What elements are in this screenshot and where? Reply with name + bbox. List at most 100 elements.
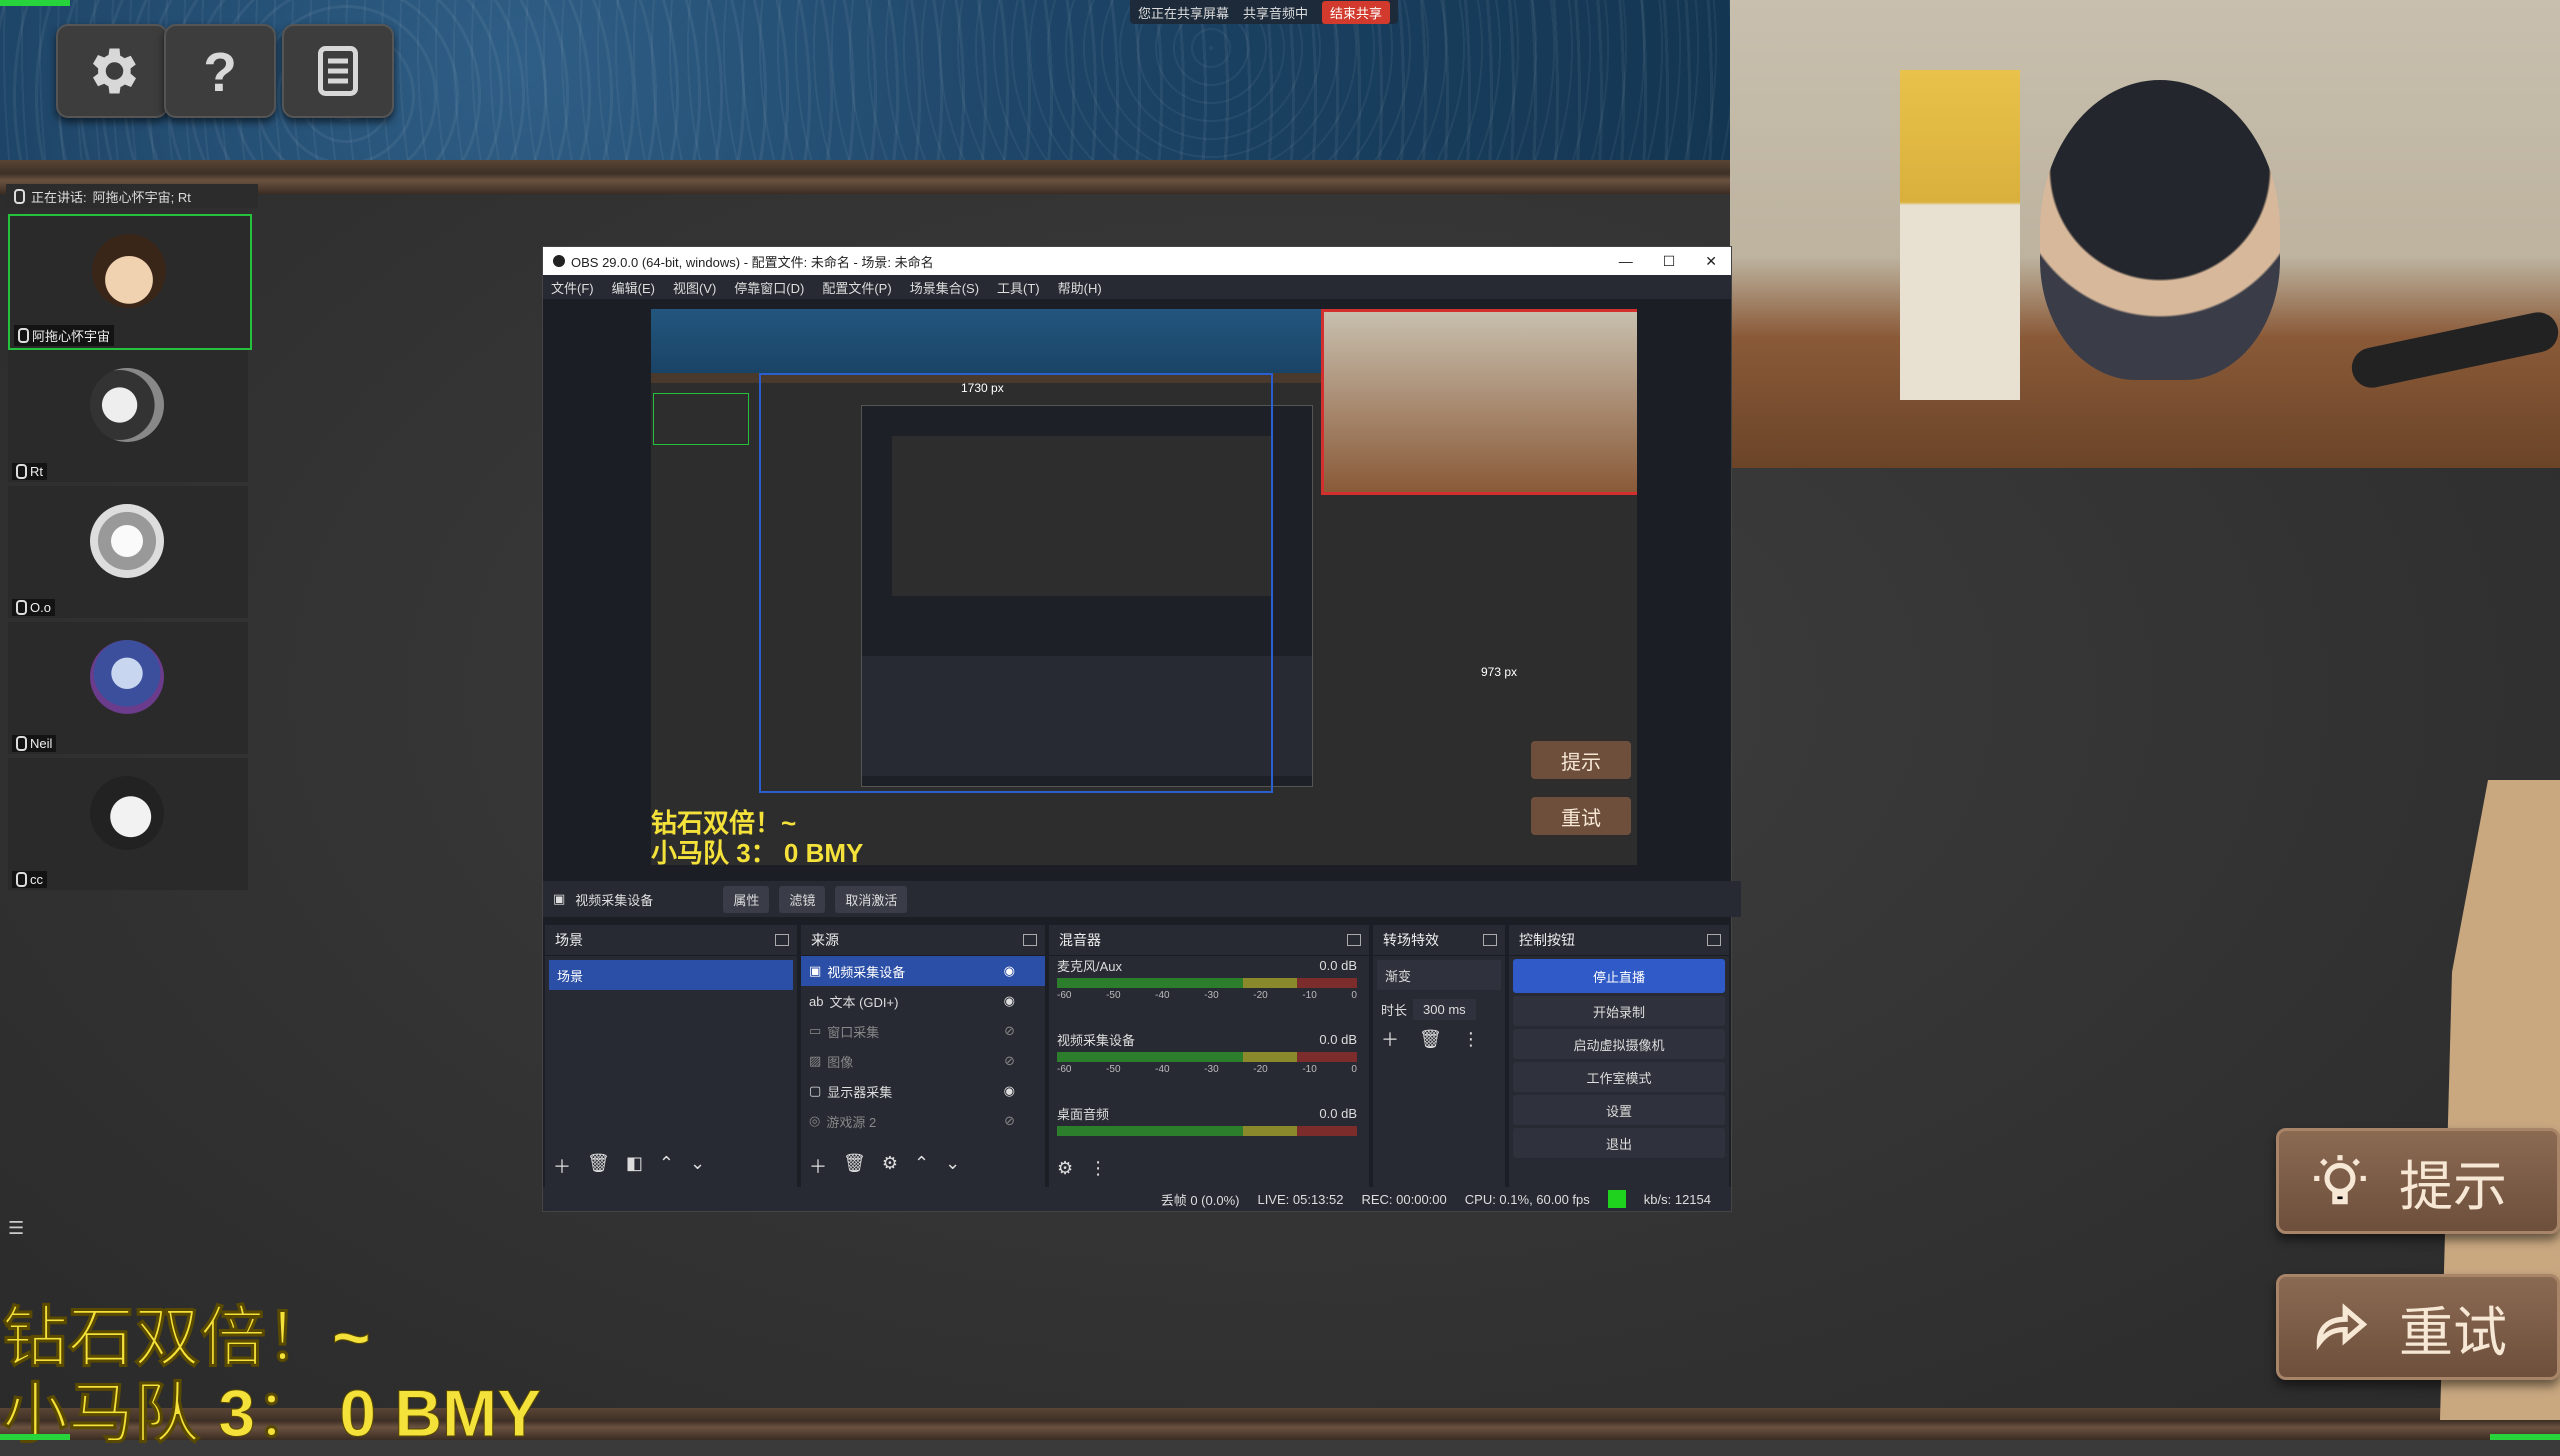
help-button[interactable]: ? bbox=[164, 24, 276, 118]
overlay-line2: 小马队 3： 0 BMY bbox=[1, 1376, 542, 1451]
undock-icon[interactable] bbox=[775, 934, 789, 946]
hint-button[interactable]: 提示 bbox=[2276, 1128, 2560, 1234]
end-share-button[interactable]: 结束共享 bbox=[1322, 0, 1391, 24]
undock-icon[interactable] bbox=[1023, 934, 1037, 946]
scenes-toolbar: ＋ 🗑 ◧ ⌃ ⌄ bbox=[553, 1153, 705, 1179]
participant-tile[interactable]: Neil bbox=[8, 622, 248, 754]
camera-icon: ▣ bbox=[553, 891, 566, 906]
gear-icon[interactable]: ⚙ bbox=[1057, 1158, 1073, 1179]
properties-button[interactable]: 属性 bbox=[723, 885, 770, 913]
mixer-toolbar: ⚙ ⋮ bbox=[1057, 1158, 1107, 1179]
trash-icon[interactable]: 🗑 bbox=[587, 1153, 610, 1179]
mic-icon bbox=[16, 736, 27, 751]
add-icon[interactable]: ＋ bbox=[809, 1153, 827, 1179]
up-icon[interactable]: ⌃ bbox=[914, 1153, 929, 1179]
menu-help[interactable]: 帮助(H) bbox=[1058, 278, 1102, 297]
preview-height-label: 973 px bbox=[1481, 665, 1518, 679]
down-icon[interactable]: ⌄ bbox=[945, 1153, 960, 1179]
gear-icon[interactable]: ⚙ bbox=[882, 1153, 898, 1179]
participant-tile[interactable]: cc bbox=[8, 758, 248, 890]
bitrate: kb/s: 12154 bbox=[1643, 1191, 1711, 1207]
transitions-header: 转场特效 bbox=[1373, 925, 1505, 956]
audio-status[interactable]: 共享音频中 bbox=[1243, 3, 1308, 22]
source-item[interactable]: ▭ 窗口采集 ⊘ bbox=[801, 1016, 1045, 1046]
eye-icon[interactable]: ◉ bbox=[1004, 993, 1015, 1009]
trash-icon[interactable]: 🗑 bbox=[1419, 1029, 1442, 1050]
retry-button[interactable]: 重试 bbox=[2276, 1274, 2560, 1380]
hint-label: 提示 bbox=[2399, 1156, 2507, 1217]
eye-hidden-icon[interactable]: ⊘ bbox=[1004, 1023, 1015, 1039]
undock-icon[interactable] bbox=[1707, 934, 1721, 946]
close-icon[interactable]: ✕ bbox=[1705, 253, 1717, 270]
settings-button[interactable] bbox=[56, 24, 168, 118]
participant-name-text: Rt bbox=[30, 464, 43, 479]
participant-tile[interactable]: O.o bbox=[8, 486, 248, 618]
notes-button[interactable] bbox=[282, 24, 394, 118]
menu-docks[interactable]: 停靠窗口(D) bbox=[734, 278, 804, 297]
preview-width-label: 1730 px bbox=[961, 381, 1004, 395]
undock-icon[interactable] bbox=[1483, 934, 1497, 946]
more-icon[interactable]: ⋮ bbox=[1462, 1029, 1480, 1050]
mic-icon bbox=[16, 464, 27, 479]
obs-window[interactable]: OBS 29.0.0 (64-bit, windows) - 配置文件: 未命名… bbox=[542, 246, 1741, 1212]
eye-icon[interactable]: ◉ bbox=[1004, 963, 1015, 979]
sources-dock: 来源 ▣ 视频采集设备 ◉ ab 文本 (GDI+) ◉ ▭ 窗口采集 ⊘ ▨ 图像 ⊘ ▢ 显示… bbox=[801, 925, 1045, 1187]
filters-button[interactable]: 滤镜 bbox=[779, 885, 826, 913]
eye-hidden-icon[interactable]: ⊘ bbox=[1004, 1113, 1015, 1129]
up-icon[interactable]: ⌃ bbox=[659, 1153, 674, 1179]
speaker-indicator: 正在讲话: 阿拖心怀宇宙; Rt bbox=[6, 184, 258, 208]
obs-statusbar: 丢帧 0 (0.0%) LIVE: 05:13:52 REC: 00:00:00… bbox=[543, 1187, 1731, 1211]
maximize-icon[interactable]: ☐ bbox=[1663, 253, 1676, 270]
controls-title: 控制按钮 bbox=[1519, 932, 1575, 948]
eye-icon[interactable]: ◉ bbox=[1004, 1083, 1015, 1099]
webcam-shelf bbox=[1900, 70, 2020, 400]
webcam-person bbox=[2040, 80, 2280, 380]
add-icon[interactable]: ＋ bbox=[553, 1153, 571, 1179]
list-icon[interactable]: ☰ bbox=[8, 1218, 24, 1239]
source-item[interactable]: ▣ 视频采集设备 ◉ bbox=[801, 956, 1045, 986]
participant-name-text: O.o bbox=[30, 600, 51, 615]
down-icon[interactable]: ⌄ bbox=[690, 1153, 705, 1179]
source-item[interactable]: ab 文本 (GDI+) ◉ bbox=[801, 986, 1045, 1016]
menu-view[interactable]: 视图(V) bbox=[673, 278, 716, 297]
eye-hidden-icon[interactable]: ⊘ bbox=[1004, 1053, 1015, 1069]
source-item[interactable]: ▨ 图像 ⊘ bbox=[801, 1046, 1045, 1076]
source-item[interactable]: ▢ 显示器采集 ◉ bbox=[801, 1076, 1045, 1106]
settings-button[interactable]: 设置 bbox=[1513, 1095, 1725, 1125]
more-icon[interactable]: ⋮ bbox=[1089, 1158, 1107, 1179]
live-time: LIVE: 05:13:52 bbox=[1257, 1191, 1344, 1207]
dropped-frames: 丢帧 0 (0.0%) bbox=[1160, 1192, 1240, 1208]
preview-participant bbox=[653, 393, 749, 445]
duration-input[interactable]: 300 ms bbox=[1413, 998, 1476, 1020]
menu-scene-collection[interactable]: 场景集合(S) bbox=[910, 278, 979, 297]
scene-item[interactable]: 场景 bbox=[549, 960, 793, 990]
obs-preview[interactable]: 1730 px 973 px 提示 重试 钻石双倍！~ 小马队 3： 0 BMY bbox=[651, 309, 1637, 865]
obs-titlebar: OBS 29.0.0 (64-bit, windows) - 配置文件: 未命名… bbox=[543, 247, 1731, 275]
transition-select[interactable]: 渐变 bbox=[1377, 960, 1501, 990]
menu-tools[interactable]: 工具(T) bbox=[997, 278, 1040, 297]
start-recording-button[interactable]: 开始录制 bbox=[1513, 996, 1725, 1026]
transitions-title: 转场特效 bbox=[1383, 932, 1439, 948]
virtual-camera-button[interactable]: 启动虚拟摄像机 bbox=[1513, 1029, 1725, 1059]
add-icon[interactable]: ＋ bbox=[1381, 1026, 1399, 1052]
minimize-icon[interactable]: — bbox=[1619, 253, 1633, 270]
wood-rail-top bbox=[0, 160, 1730, 194]
source-item[interactable]: ◎ 游戏源 2 ⊘ bbox=[801, 1106, 1045, 1136]
filter-icon[interactable]: ◧ bbox=[626, 1153, 643, 1179]
preview-webcam-source[interactable] bbox=[1321, 309, 1637, 495]
menu-edit[interactable]: 编辑(E) bbox=[612, 278, 655, 297]
studio-mode-button[interactable]: 工作室模式 bbox=[1513, 1062, 1725, 1092]
stop-streaming-button[interactable]: 停止直播 bbox=[1513, 959, 1725, 993]
volume-meter bbox=[1057, 1052, 1357, 1062]
exit-button[interactable]: 退出 bbox=[1513, 1128, 1725, 1158]
menu-profile[interactable]: 配置文件(P) bbox=[822, 278, 891, 297]
monitor-icon: ▢ bbox=[809, 1083, 822, 1098]
participant-tile[interactable]: 阿拖心怀宇宙 bbox=[8, 214, 252, 350]
lightbulb-icon bbox=[2314, 1155, 2366, 1205]
trash-icon[interactable]: 🗑 bbox=[843, 1153, 866, 1179]
undock-icon[interactable] bbox=[1347, 934, 1361, 946]
participant-tile[interactable]: Rt bbox=[8, 350, 248, 482]
deactivate-button[interactable]: 取消激活 bbox=[835, 885, 908, 913]
menu-file[interactable]: 文件(F) bbox=[551, 278, 594, 297]
volume-meter bbox=[1057, 1126, 1357, 1136]
